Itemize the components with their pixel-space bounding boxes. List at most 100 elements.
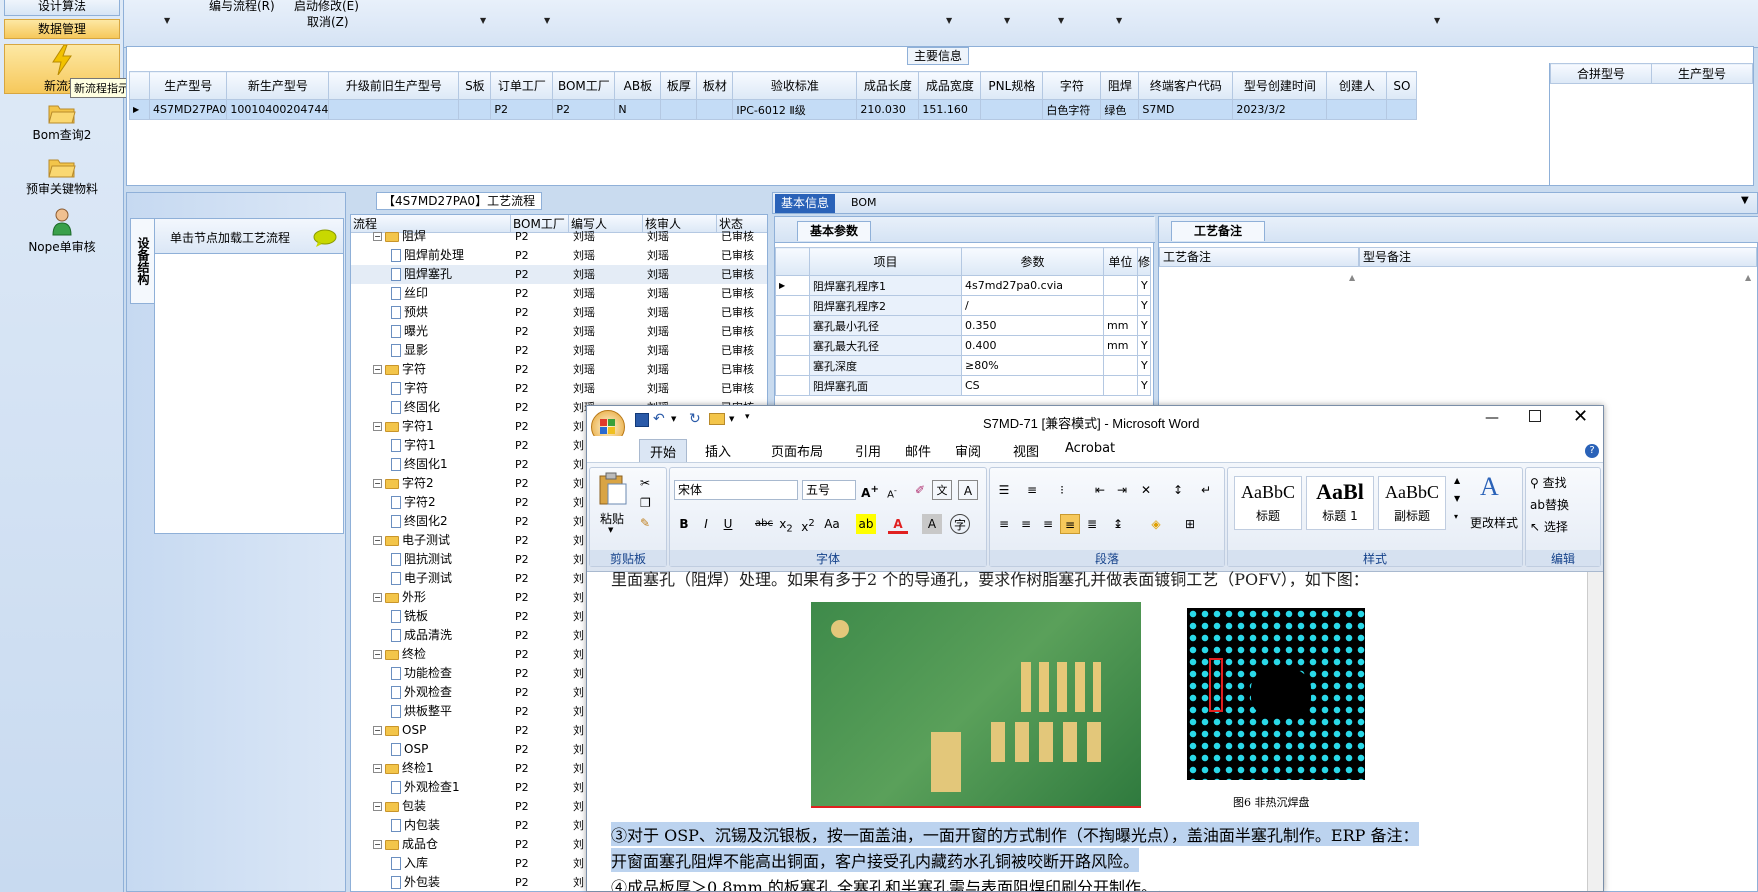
tree-node[interactable]: 功能检查 bbox=[391, 664, 511, 683]
param-cell[interactable] bbox=[1103, 295, 1138, 316]
param-cell[interactable]: ≥80% bbox=[961, 355, 1104, 376]
borders-icon[interactable]: ⊞ bbox=[1180, 514, 1200, 534]
ribbon-tab[interactable]: Acrobat bbox=[1065, 441, 1115, 456]
table-cell[interactable]: S7MD bbox=[1138, 99, 1234, 120]
strikethrough-icon[interactable]: abc bbox=[754, 514, 774, 534]
param-cell[interactable]: 4s7md27pa0.cvia bbox=[961, 275, 1104, 296]
tree-node[interactable]: − 终检1 bbox=[373, 759, 511, 778]
tab-bom[interactable]: BOM bbox=[851, 196, 877, 209]
param-cell[interactable]: 0.350 bbox=[961, 315, 1104, 336]
open-folder-icon[interactable] bbox=[709, 413, 725, 425]
collapse-icon[interactable]: − bbox=[373, 365, 382, 374]
dropdown-arrow-icon[interactable]: ▼ bbox=[164, 16, 170, 25]
table-cell[interactable]: 210.030 bbox=[856, 99, 920, 120]
table-cell[interactable] bbox=[1386, 99, 1418, 120]
tree-node[interactable]: 外观检查 bbox=[391, 683, 511, 702]
param-cell[interactable]: mm bbox=[1103, 335, 1138, 356]
column-header[interactable]: 生产型号 bbox=[148, 71, 228, 100]
param-cell[interactable]: Y bbox=[1136, 315, 1152, 336]
table-row[interactable]: 塞孔深度 ≥80% Y bbox=[775, 355, 1152, 376]
ribbon-tab[interactable]: 视图 bbox=[1013, 441, 1039, 460]
param-cell[interactable] bbox=[1103, 275, 1138, 296]
column-header[interactable]: 参数 bbox=[961, 247, 1104, 276]
edit-flow-button[interactable]: 编与流程(R) bbox=[209, 0, 275, 14]
table-row[interactable]: ▶ 4S7MD27PA0 10010400204744 P2 P2 N IPC-6012 … bbox=[129, 99, 1418, 120]
dropdown-arrow-icon[interactable]: ▼ bbox=[480, 16, 486, 25]
find-button[interactable]: ⚲ 查找 bbox=[1530, 474, 1567, 491]
clear-format-icon[interactable]: ✐ bbox=[910, 480, 930, 500]
select-button[interactable]: ↖ 选择 bbox=[1530, 518, 1568, 535]
font-size-select[interactable]: 五号 bbox=[802, 480, 856, 500]
enclose-char-icon[interactable]: 字 bbox=[950, 514, 970, 534]
table-cell[interactable] bbox=[1326, 99, 1388, 120]
column-header[interactable]: 生产型号 bbox=[1651, 63, 1753, 84]
tree-node[interactable]: 曝光 bbox=[391, 322, 511, 341]
bullets-icon[interactable]: ☰ bbox=[994, 480, 1014, 500]
grow-font-icon[interactable]: A+ bbox=[860, 480, 880, 500]
column-header[interactable]: 验收标准 bbox=[732, 71, 858, 100]
table-cell[interactable] bbox=[660, 99, 698, 120]
word-vertical-scrollbar[interactable] bbox=[1587, 572, 1603, 891]
table-cell[interactable]: 151.160 bbox=[918, 99, 982, 120]
dropdown-arrow-icon[interactable]: ▼ bbox=[946, 16, 952, 25]
tree-row[interactable]: 阻焊塞孔 P2 刘瑶 刘瑶 已审核 bbox=[351, 265, 767, 284]
param-cell[interactable]: 塞孔深度 bbox=[809, 355, 962, 376]
param-cell[interactable] bbox=[1103, 355, 1138, 376]
tree-node[interactable]: − 包装 bbox=[373, 797, 511, 816]
tree-node[interactable]: 终固化1 bbox=[391, 455, 511, 474]
column-header[interactable]: BOM工厂 bbox=[552, 71, 616, 100]
save-icon[interactable] bbox=[635, 413, 649, 427]
collapse-icon[interactable]: − bbox=[373, 479, 382, 488]
param-cell[interactable]: 塞孔最大孔径 bbox=[809, 335, 962, 356]
table-cell[interactable]: P2 bbox=[490, 99, 554, 120]
collapse-icon[interactable]: − bbox=[373, 840, 382, 849]
dropdown-arrow-icon[interactable]: ▼ bbox=[671, 415, 676, 423]
style-swatch[interactable]: AaBbC 标题 bbox=[1234, 476, 1302, 530]
tab-process-notes[interactable]: 工艺备注 bbox=[1171, 221, 1266, 241]
column-header[interactable]: 修 bbox=[1136, 247, 1152, 276]
multilevel-list-icon[interactable]: ⁝ bbox=[1052, 480, 1072, 500]
nav-nope-review[interactable]: Nope单审核 bbox=[4, 208, 120, 255]
line-spacing-icon[interactable]: ↨ bbox=[1108, 514, 1128, 534]
change-styles-icon[interactable]: A bbox=[1480, 472, 1499, 502]
tree-node[interactable]: 内包装 bbox=[391, 816, 511, 835]
gallery-up-icon[interactable]: ▲ bbox=[1454, 476, 1460, 485]
equipment-structure-tab[interactable]: 设备结构 bbox=[130, 218, 154, 304]
nav-design-algo[interactable]: 设计算法 bbox=[4, 0, 120, 16]
table-cell[interactable]: P2 bbox=[552, 99, 616, 120]
tree-node[interactable]: − OSP bbox=[373, 721, 511, 740]
style-swatch[interactable]: AaBl 标题 1 bbox=[1306, 476, 1374, 530]
collapse-icon[interactable]: − bbox=[373, 422, 382, 431]
collapse-icon[interactable]: − bbox=[373, 764, 382, 773]
table-cell[interactable] bbox=[458, 99, 492, 120]
param-cell[interactable]: CS bbox=[961, 375, 1104, 396]
word-document[interactable]: 里面塞孔（阻焊）处理。如果有多于2 个的导通孔，要求作树脂塞孔并做表面镀铜工艺（… bbox=[587, 570, 1587, 891]
collapse-icon[interactable]: − bbox=[373, 802, 382, 811]
justify-icon[interactable]: ≡ bbox=[1060, 514, 1080, 534]
close-icon[interactable]: ✕ bbox=[1573, 406, 1588, 427]
table-cell[interactable]: N bbox=[614, 99, 662, 120]
table-cell[interactable] bbox=[980, 99, 1044, 120]
collapse-icon[interactable]: − bbox=[373, 726, 382, 735]
ribbon-tab[interactable]: 审阅 bbox=[955, 441, 981, 460]
copy-icon[interactable]: ❐ bbox=[640, 496, 651, 510]
align-center-icon[interactable]: ≡ bbox=[1016, 514, 1036, 534]
tree-node[interactable]: 外包装 bbox=[391, 873, 511, 891]
tree-row[interactable]: 阻焊前处理 P2 刘瑶 刘瑶 已审核 bbox=[351, 246, 767, 265]
table-cell[interactable] bbox=[328, 99, 460, 120]
column-header[interactable]: 成品宽度 bbox=[918, 71, 982, 100]
tree-node[interactable]: 铣板 bbox=[391, 607, 511, 626]
change-case-icon[interactable]: Aa bbox=[822, 514, 842, 534]
align-left-icon[interactable]: ≡ bbox=[994, 514, 1014, 534]
char-border-icon[interactable]: A bbox=[958, 480, 978, 500]
phonetic-guide-icon[interactable]: 文 bbox=[932, 480, 952, 500]
speech-bubble-icon[interactable] bbox=[313, 229, 337, 247]
replace-button[interactable]: ab替换 bbox=[1530, 496, 1569, 513]
dropdown-arrow-icon[interactable]: ▼ bbox=[1116, 16, 1122, 25]
param-cell[interactable]: 阻焊塞孔面 bbox=[809, 375, 962, 396]
tree-row[interactable]: 丝印 P2 刘瑶 刘瑶 已审核 bbox=[351, 284, 767, 303]
tree-node[interactable]: 外观检查1 bbox=[391, 778, 511, 797]
tree-row[interactable]: 字符 P2 刘瑶 刘瑶 已审核 bbox=[351, 379, 767, 398]
chinese-layout-icon[interactable]: ✕ bbox=[1136, 480, 1156, 500]
collapse-icon[interactable]: − bbox=[373, 536, 382, 545]
